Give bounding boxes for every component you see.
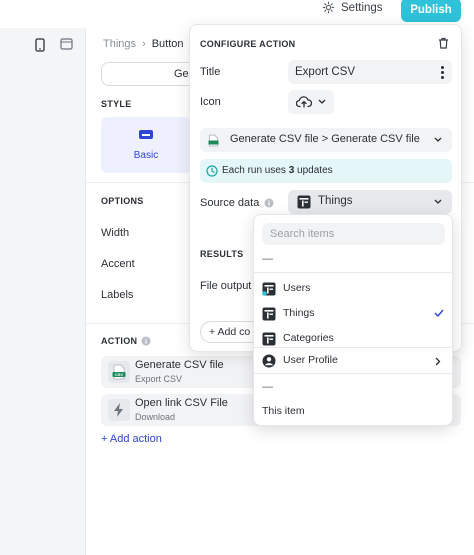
settings-label: Settings: [341, 1, 383, 14]
divider: [254, 373, 452, 374]
source-data-text: Source data: [200, 197, 260, 209]
csv-file-icon: [208, 134, 219, 147]
trash-icon[interactable]: [438, 37, 449, 52]
publish-button[interactable]: Publish: [401, 0, 461, 22]
more-options-icon[interactable]: [441, 66, 444, 81]
top-bar: Settings Publish: [0, 0, 474, 24]
action-item-subtitle: Export CSV: [135, 374, 183, 384]
action-item-title: Generate CSV file: [135, 359, 224, 371]
csv-badge-text: CSV: [115, 372, 124, 377]
dropdown-item-label: Things: [283, 307, 315, 319]
style-section-label: STYLE: [101, 99, 132, 109]
table-icon: [262, 307, 276, 321]
breadcrumb-current: Button: [151, 38, 184, 50]
mobile-device-icon[interactable]: [35, 38, 45, 55]
breadcrumb: Things › Button: [103, 38, 184, 50]
run-usage-notice: Each run uses 3 updates: [200, 159, 452, 183]
button-style-icon: [139, 130, 153, 139]
source-data-select[interactable]: Things: [288, 190, 452, 214]
tablet-device-icon[interactable]: [60, 38, 73, 53]
source-data-dropdown: — Users Things Categories User Profile —…: [253, 214, 453, 426]
chevron-down-icon: [434, 199, 442, 204]
action-section-text: ACTION: [101, 336, 138, 346]
action-item-subtitle: Download: [135, 412, 176, 422]
none-option[interactable]: —: [262, 381, 273, 393]
chevron-down-icon: [318, 99, 326, 104]
none-option[interactable]: —: [262, 253, 273, 265]
style-basic-label: Basic: [133, 150, 159, 161]
source-data-label: Source data: [200, 197, 274, 209]
run-usage-text: Each run uses 3 updates: [222, 165, 333, 176]
dropdown-item-users[interactable]: Users: [254, 277, 452, 301]
configure-action-header: CONFIGURE ACTION: [200, 39, 296, 49]
divider: [254, 347, 452, 348]
csv-file-icon: CSV: [108, 361, 130, 383]
search-input[interactable]: [262, 223, 445, 245]
dropdown-item-user-profile[interactable]: User Profile: [254, 349, 452, 373]
run-usage-suffix: updates: [294, 165, 333, 176]
dropdown-item-label: Categories: [283, 332, 334, 344]
settings-button[interactable]: Settings: [322, 1, 383, 14]
gear-icon: [322, 1, 335, 14]
action-section-label: ACTION: [101, 336, 151, 346]
option-accent: Accent: [101, 258, 135, 270]
clock-icon: [206, 165, 218, 177]
results-section-label: RESULTS: [200, 249, 244, 259]
add-action-button[interactable]: + Add action: [101, 433, 162, 445]
info-icon: [264, 198, 274, 208]
title-label: Title: [200, 66, 221, 78]
breadcrumb-separator: ›: [142, 38, 146, 50]
run-usage-prefix: Each run uses: [222, 165, 289, 176]
option-width: Width: [101, 227, 130, 239]
chevron-right-icon: [435, 357, 441, 366]
action-path-text: Generate CSV file > Generate CSV file: [230, 133, 420, 145]
action-item-title: Open link CSV File: [135, 397, 228, 409]
checkmark-icon: [434, 309, 444, 317]
cloud-upload-icon: [296, 96, 312, 108]
chevron-down-icon: [434, 137, 442, 142]
option-labels: Labels: [101, 289, 134, 301]
table-icon: [262, 332, 276, 346]
divider: [254, 272, 452, 273]
this-item-option[interactable]: This item: [262, 405, 305, 417]
icon-label: Icon: [200, 96, 221, 108]
dropdown-item-label: Users: [283, 282, 311, 294]
lightning-icon: [108, 399, 130, 421]
table-icon: [297, 195, 311, 209]
style-basic-option[interactable]: Basic: [101, 117, 191, 173]
dropdown-item-things[interactable]: Things: [254, 302, 452, 326]
title-value: Export CSV: [295, 66, 356, 78]
title-input[interactable]: Export CSV: [288, 60, 452, 84]
icon-picker[interactable]: [288, 90, 334, 114]
dropdown-item-label: User Profile: [283, 354, 338, 366]
table-icon: [262, 282, 276, 296]
breadcrumb-parent[interactable]: Things: [103, 38, 136, 50]
device-rail: [0, 28, 86, 555]
info-icon: [141, 336, 151, 346]
options-section-label: OPTIONS: [101, 196, 144, 206]
file-output-label: File output: [200, 280, 252, 292]
action-type-select[interactable]: Generate CSV file > Generate CSV file: [200, 128, 452, 152]
source-data-value: Things: [318, 195, 353, 207]
user-avatar-icon: [262, 354, 276, 368]
